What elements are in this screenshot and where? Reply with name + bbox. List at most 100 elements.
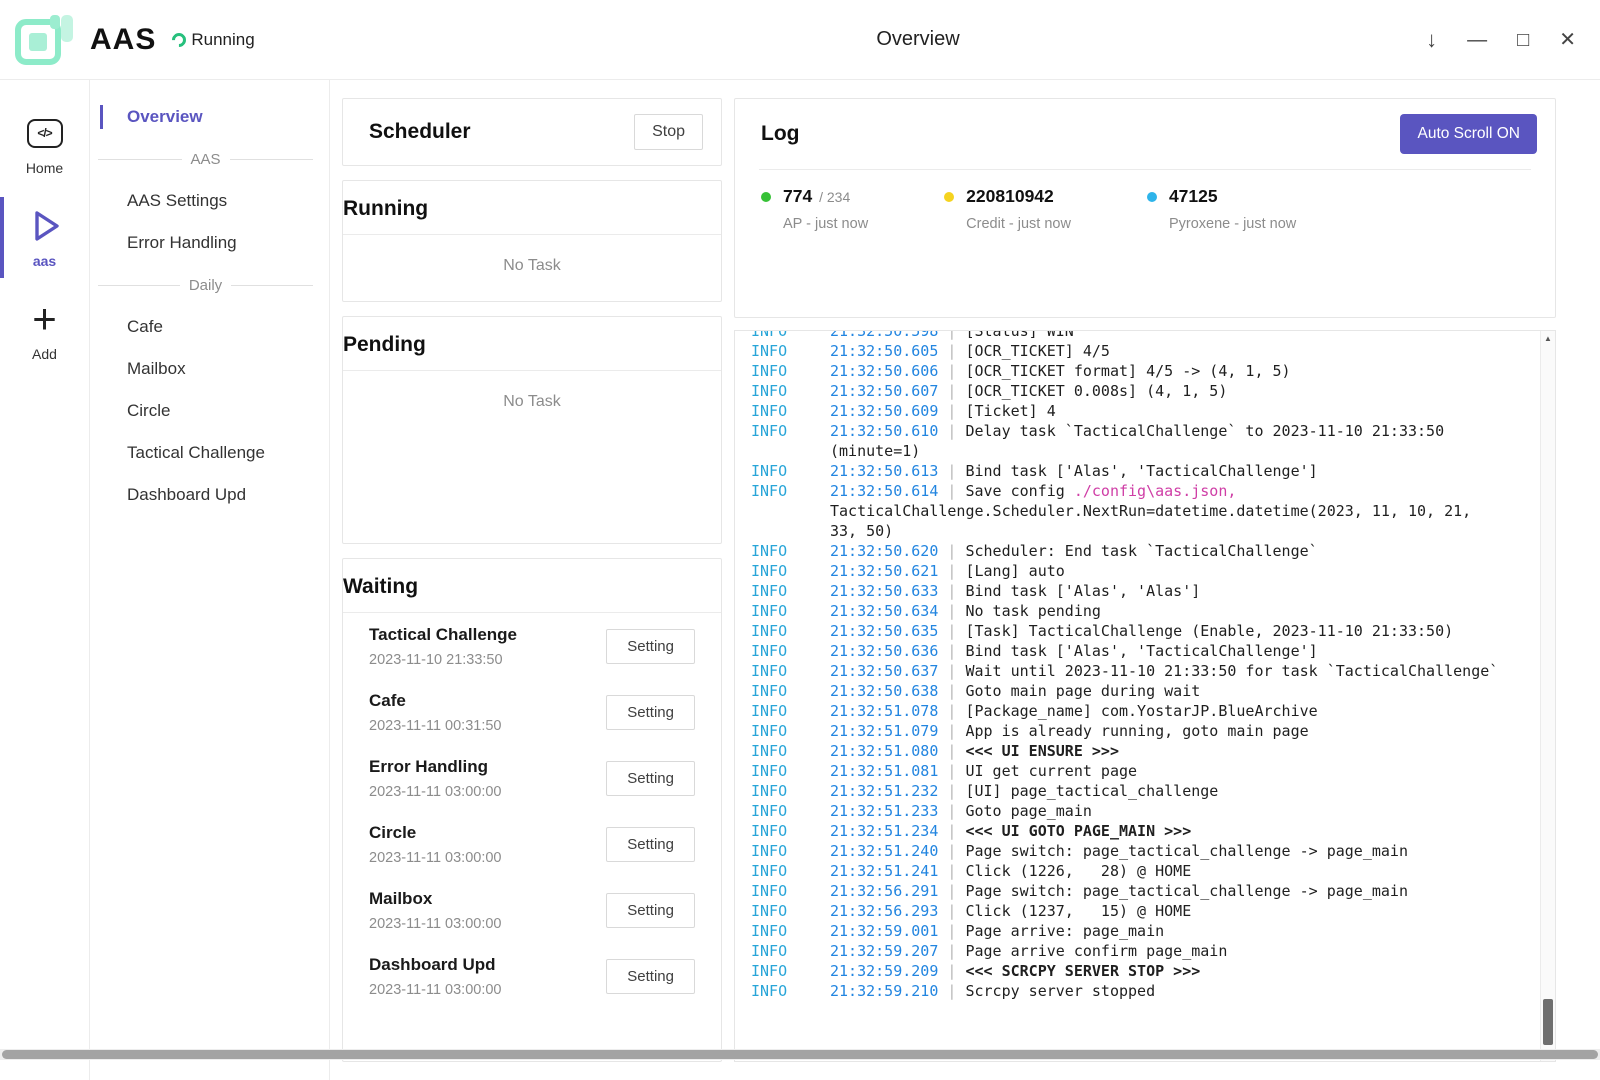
stop-button[interactable]: Stop [634,114,703,150]
log-level: INFO [751,861,830,881]
log-line: INFO21:32:50.636 | Bind task ['Alas', 'T… [751,641,1507,661]
arrow-down-icon[interactable]: ↓ [1426,29,1437,51]
auto-scroll-button[interactable]: Auto Scroll ON [1400,114,1537,154]
log-line: INFO21:32:50.609 | [Ticket] 4 [751,401,1507,421]
log-line: INFO21:32:51.241 | Click (1226, 28) @ HO… [751,861,1507,881]
window-horizontal-scrollbar-thumb[interactable] [2,1050,1598,1059]
log-separator: | [938,602,965,620]
log-text: Save config [965,482,1073,500]
running-empty-text: No Task [343,235,721,301]
menu-item-dashboard-upd[interactable]: Dashboard Upd [90,474,329,516]
waiting-task-name: Mailbox [369,889,502,909]
waiting-task-next-run: 2023-11-11 00:31:50 [369,718,502,734]
log-text: [Ticket] 4 [965,402,1055,420]
setting-button[interactable]: Setting [606,827,695,862]
log-message: 21:32:50.610 | Delay task `TacticalChall… [830,421,1507,461]
log-level: INFO [751,461,830,481]
log-level: INFO [751,421,830,461]
log-text: Scrcpy server stopped [965,982,1155,1000]
setting-button[interactable]: Setting [606,629,695,664]
log-line: INFO21:32:50.598 | [Status] WIN [751,330,1507,341]
log-text: Page switch: page_tactical_challenge -> … [965,842,1408,860]
log-line: INFO21:32:50.605 | [OCR_TICKET] 4/5 [751,341,1507,361]
log-text: [Lang] auto [965,562,1064,580]
stat-value: 774 / 234 [783,186,850,207]
log-message: 21:32:50.638 | Goto main page during wai… [830,681,1507,701]
menu-item-aas-settings[interactable]: AAS Settings [90,180,329,222]
log-separator: | [938,742,965,760]
log-message: 21:32:50.606 | [OCR_TICKET format] 4/5 -… [830,361,1507,381]
log-level: INFO [751,881,830,901]
nav-rail: </>Homeaas+Add [0,80,90,1080]
menu-item-error-handling[interactable]: Error Handling [90,222,329,264]
log-message: 21:32:50.598 | [Status] WIN [830,330,1507,341]
waiting-task-row: Error Handling2023-11-11 03:00:00Setting [343,745,721,811]
log-separator: | [938,342,965,360]
log-level: INFO [751,381,830,401]
waiting-card: Waiting Tactical Challenge2023-11-10 21:… [342,558,722,1062]
log-column: Log Auto Scroll ON 774 / 234 AP - just no… [734,98,1556,1062]
log-view[interactable]: INFO21:32:50.598 | [Status] WININFO21:32… [734,330,1556,1062]
resource-stat: 47125Pyroxene - just now [1147,186,1296,232]
log-scrollbar-thumb[interactable] [1543,999,1553,1045]
minimize-icon[interactable]: — [1467,30,1487,50]
menu-item-mailbox[interactable]: Mailbox [90,348,329,390]
waiting-task-row: Circle2023-11-11 03:00:00Setting [343,811,721,877]
log-timestamp: 21:32:50.598 [830,330,938,340]
log-title: Log [761,122,799,146]
setting-button[interactable]: Setting [606,695,695,730]
log-separator: | [938,482,965,500]
log-line: INFO21:32:50.635 | [Task] TacticalChalle… [751,621,1507,641]
stat-value: 47125 [1169,186,1218,207]
setting-button[interactable]: Setting [606,959,695,994]
waiting-task-name: Error Handling [369,757,502,777]
waiting-task-row: Mailbox2023-11-11 03:00:00Setting [343,877,721,943]
log-level: INFO [751,341,830,361]
log-timestamp: 21:32:50.634 [830,602,938,620]
log-level: INFO [751,330,830,341]
scroll-up-icon[interactable]: ▲ [1541,331,1555,346]
setting-button[interactable]: Setting [606,761,695,796]
stat-dot-icon [1147,192,1157,202]
window-horizontal-scrollbar[interactable] [0,1049,1600,1060]
log-timestamp: 21:32:51.080 [830,742,938,760]
log-separator: | [938,822,965,840]
stat-caption: AP - just now [783,216,868,232]
log-level: INFO [751,681,830,701]
stat-total: / 234 [815,189,850,205]
rail-item-add[interactable]: +Add [0,284,89,377]
page-title: Overview [876,28,959,51]
menu-item-cafe[interactable]: Cafe [90,306,329,348]
log-line: INFO21:32:59.001 | Page arrive: page_mai… [751,921,1507,941]
menu-item-tactical-challenge[interactable]: Tactical Challenge [90,432,329,474]
waiting-task-next-run: 2023-11-10 21:33:50 [369,652,517,668]
waiting-task-name: Dashboard Upd [369,955,502,975]
log-level: INFO [751,621,830,641]
waiting-task-list: Tactical Challenge2023-11-10 21:33:50Set… [343,613,721,1009]
log-text: UI get current page [965,762,1137,780]
log-timestamp: 21:32:51.081 [830,762,938,780]
log-message: 21:32:51.233 | Goto page_main [830,801,1507,821]
log-message: 21:32:50.605 | [OCR_TICKET] 4/5 [830,341,1507,361]
menu-item-circle[interactable]: Circle [90,390,329,432]
log-line: INFO21:32:51.080 | <<< UI ENSURE >>> [751,741,1507,761]
rail-item-label: Home [26,160,63,176]
menu-item-overview[interactable]: Overview [90,96,329,138]
stat-top: 774 / 234 [761,186,868,207]
log-separator: | [938,362,965,380]
log-line: INFO21:32:50.638 | Goto main page during… [751,681,1507,701]
close-icon[interactable]: ✕ [1559,30,1576,50]
log-timestamp: 21:32:51.241 [830,862,938,880]
rail-item-home[interactable]: </>Home [0,98,89,191]
scheduler-title: Scheduler [369,120,471,144]
scheduler-column: Scheduler Stop Running No Task Pending N… [342,98,722,1062]
maximize-icon[interactable]: □ [1517,30,1529,50]
setting-button[interactable]: Setting [606,893,695,928]
log-line: INFO21:32:50.620 | Scheduler: End task `… [751,541,1507,561]
rail-item-aas[interactable]: aas [0,191,89,284]
log-timestamp: 21:32:50.636 [830,642,938,660]
app-logo-svg [14,11,76,69]
log-scrollbar[interactable]: ▲ ▼ [1540,331,1555,1061]
stat-dot-icon [944,192,954,202]
log-message: 21:32:59.001 | Page arrive: page_main [830,921,1507,941]
